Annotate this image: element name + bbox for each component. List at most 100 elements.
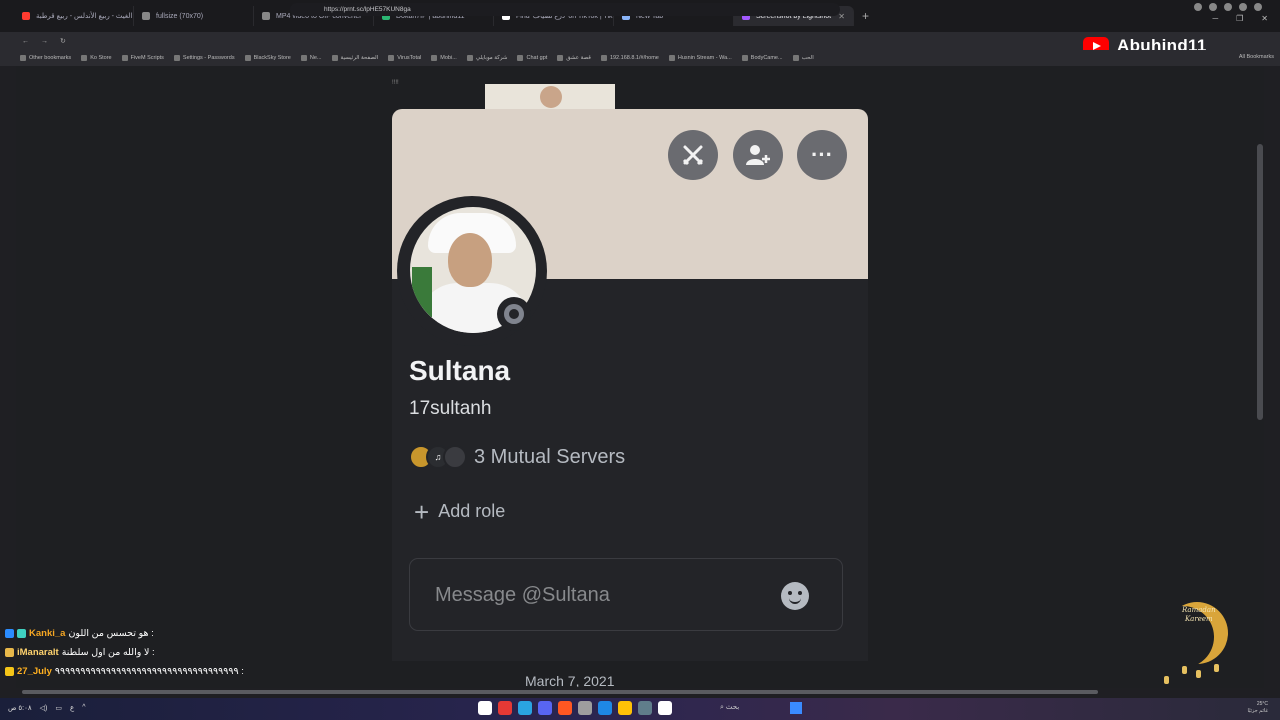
volume-icon[interactable]: ◁) bbox=[40, 704, 48, 712]
bookmark[interactable]: الصفحة الرئيسية bbox=[331, 55, 378, 61]
new-tab-button[interactable]: + bbox=[862, 9, 869, 23]
horizontal-scrollbar[interactable] bbox=[22, 690, 1098, 694]
bookmark[interactable]: Ko Store bbox=[81, 55, 112, 61]
page-icon bbox=[668, 55, 675, 61]
lantern-icon bbox=[1164, 676, 1169, 684]
maximize-icon[interactable]: ❐ bbox=[1236, 14, 1243, 23]
bookmark[interactable]: Other bookmarks bbox=[20, 55, 71, 61]
more-icon: ··· bbox=[811, 142, 833, 167]
page-icon bbox=[600, 55, 607, 61]
file-explorer-icon[interactable] bbox=[618, 701, 632, 715]
extension-icon[interactable] bbox=[1194, 3, 1202, 11]
peek-label: !!!! bbox=[392, 80, 399, 86]
date-divider: March 7, 2021 bbox=[525, 673, 615, 687]
bookmark[interactable]: شركة موبايلي bbox=[466, 55, 507, 61]
bookmark[interactable]: BodyCame... bbox=[741, 55, 783, 61]
taskbar: ٥:٠٨ ص ◁) ▭ ع ^ ⌕ بحث 25°C غائم جزئيًا bbox=[0, 698, 1280, 720]
more-options-button[interactable]: ··· bbox=[797, 130, 847, 180]
bookmark[interactable]: 192.168.8.1/#/home bbox=[600, 55, 659, 61]
duel-button[interactable] bbox=[668, 130, 718, 180]
close-icon[interactable]: ✕ bbox=[838, 12, 845, 21]
badge-icon bbox=[5, 667, 14, 676]
profile-icon[interactable] bbox=[1239, 3, 1247, 11]
bookmark[interactable]: BlackSky Store bbox=[244, 55, 291, 61]
back-icon[interactable]: ← bbox=[22, 38, 29, 45]
bookmark[interactable]: قصة عشق bbox=[557, 55, 591, 61]
page-icon bbox=[388, 55, 395, 61]
app-icon[interactable] bbox=[638, 701, 652, 715]
page-icon bbox=[466, 55, 473, 61]
close-window-icon[interactable]: ✕ bbox=[1261, 14, 1268, 23]
browser-tab[interactable]: جادك الغيث - ربيع الأندلس - ربيع قرطبة✕ bbox=[14, 6, 134, 26]
bookmark[interactable]: FiveM Scripts bbox=[121, 55, 164, 61]
windows-start-icon[interactable] bbox=[790, 702, 802, 714]
page-icon bbox=[517, 55, 524, 61]
time: ٥:٠٨ ص bbox=[8, 705, 32, 712]
username: 17sultanh bbox=[409, 398, 492, 419]
taskbar-search[interactable]: ⌕ بحث bbox=[720, 703, 739, 712]
add-friend-icon bbox=[746, 145, 770, 165]
page-icon bbox=[244, 55, 251, 61]
vertical-scrollbar[interactable] bbox=[1257, 144, 1263, 420]
folder-icon bbox=[121, 55, 128, 61]
minimize-icon[interactable]: ─ bbox=[1212, 14, 1218, 23]
chat-message: 27_July ٩٩٩٩٩٩٩٩٩٩٩٩٩٩٩٩٩٩٩٩٩٩٩٩٩٩٩٩٩٩٩٩… bbox=[5, 662, 244, 681]
extensions-bar bbox=[1194, 3, 1262, 11]
message-input[interactable]: Message @Sultana bbox=[409, 558, 843, 631]
telegram-icon[interactable] bbox=[518, 701, 532, 715]
stream-chat: Kanki_a هو تحسس من اللون : iManaralt لا … bbox=[5, 624, 244, 681]
page-icon bbox=[741, 55, 748, 61]
gear-icon bbox=[173, 55, 180, 61]
app-icon[interactable] bbox=[498, 701, 512, 715]
url-field[interactable]: https://prnt.sc/lpHE57KUN8ga bbox=[290, 3, 840, 16]
window-controls: ─ ❐ ✕ bbox=[1212, 14, 1268, 23]
page-icon bbox=[142, 12, 150, 20]
page-icon bbox=[262, 12, 270, 20]
chat-message: Kanki_a هو تحسس من اللون : bbox=[5, 624, 244, 643]
network-icon[interactable]: ▭ bbox=[55, 704, 62, 712]
chat-message: iManaralt لا والله من اول سلطنة : bbox=[5, 643, 244, 662]
lantern-icon bbox=[1196, 670, 1201, 678]
extension-icon[interactable] bbox=[1224, 3, 1232, 11]
add-friend-button[interactable] bbox=[733, 130, 783, 180]
brave-icon[interactable] bbox=[558, 701, 572, 715]
all-bookmarks[interactable]: All Bookmarks bbox=[1239, 54, 1274, 60]
lantern-icon bbox=[1214, 664, 1219, 672]
chrome-icon[interactable] bbox=[478, 701, 492, 715]
browser-tab[interactable]: fullsize (70x70) bbox=[134, 6, 254, 26]
forward-icon[interactable]: → bbox=[41, 38, 48, 45]
bookmark[interactable]: Mobi... bbox=[431, 55, 457, 61]
bookmark[interactable]: Ne... bbox=[300, 55, 322, 61]
app-icon[interactable] bbox=[658, 701, 672, 715]
bookmark[interactable]: الحب bbox=[792, 55, 814, 61]
page-icon bbox=[792, 55, 799, 61]
chevron-up-icon[interactable]: ^ bbox=[82, 704, 85, 712]
bookmark[interactable]: Chat gpt bbox=[517, 55, 547, 61]
mutual-servers[interactable]: ♫ 3 Mutual Servers bbox=[409, 445, 625, 469]
bookmark[interactable]: VirusTotal bbox=[388, 55, 421, 61]
bookmark[interactable]: Husnin Stream - Wa... bbox=[668, 55, 732, 61]
edge-icon[interactable] bbox=[598, 701, 612, 715]
bookmarks-bar: Other bookmarks Ko Store FiveM Scripts S… bbox=[0, 50, 1280, 66]
weather-widget[interactable]: 25°C غائم جزئيًا bbox=[1247, 701, 1268, 715]
page-icon bbox=[300, 55, 307, 61]
badge-icon bbox=[5, 629, 14, 638]
extension-icon[interactable] bbox=[1209, 3, 1217, 11]
badge-icon bbox=[5, 648, 14, 657]
bookmark[interactable]: Settings - Passwords bbox=[173, 55, 235, 61]
folder-icon bbox=[20, 55, 26, 61]
ramadan-decoration: Ramadan Kareem bbox=[1162, 598, 1236, 688]
menu-icon[interactable] bbox=[1254, 3, 1262, 11]
language-indicator[interactable]: ع bbox=[70, 704, 74, 712]
offline-status-icon bbox=[497, 297, 531, 331]
discord-icon[interactable] bbox=[538, 701, 552, 715]
message-placeholder: Message @Sultana bbox=[435, 584, 610, 606]
page-icon bbox=[431, 55, 438, 61]
display-name: Sultana bbox=[409, 355, 511, 386]
add-role-button[interactable]: + Add role bbox=[414, 499, 505, 525]
profile-card: ··· Sultana 17sultanh ♫ 3 Mutual Servers… bbox=[392, 109, 868, 661]
reload-icon[interactable]: ↻ bbox=[60, 37, 66, 45]
emoji-icon[interactable] bbox=[781, 582, 809, 610]
app-icon[interactable] bbox=[578, 701, 592, 715]
peek-image bbox=[485, 84, 615, 109]
